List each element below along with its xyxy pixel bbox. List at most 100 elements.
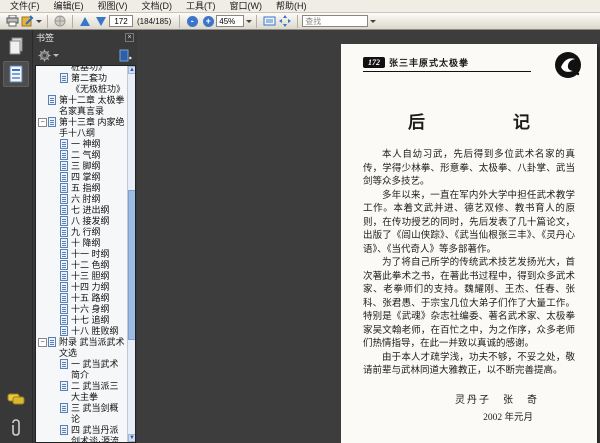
bookmark-item[interactable]: − 附录 武当派武术文选	[38, 337, 127, 359]
tab-attachments[interactable]	[3, 415, 29, 441]
signature: 灵丹子 张 奇	[455, 394, 539, 406]
previous-page-button[interactable]	[77, 14, 93, 29]
menu-item[interactable]: 文件(F)	[4, 0, 46, 12]
export-button[interactable]	[20, 14, 43, 29]
find-dropdown-caret[interactable]	[370, 19, 377, 23]
bookmark-label[interactable]: 附录 武当派武术文选	[59, 337, 127, 359]
bookmark-item[interactable]: 四 武当丹派剑术谈·源流	[38, 425, 127, 442]
bookmark-item[interactable]: 十一 时纲	[38, 249, 127, 260]
bookmark-item[interactable]: 第二套功 《无极桩功》	[38, 73, 127, 95]
bookmark-label[interactable]: 五 指纲	[71, 183, 127, 194]
bookmark-item[interactable]: 七 进出纲	[38, 205, 127, 216]
bookmark-item[interactable]: 八 接发纲	[38, 216, 127, 227]
document-area[interactable]: 172 张三丰原式太极拳 后 记 本人自幼习武，先后得到多位武术名家的真传，学得…	[137, 30, 600, 443]
bookmark-label[interactable]: 十三 胆纲	[71, 271, 127, 282]
bookmark-page-icon	[60, 282, 68, 292]
bookmark-item[interactable]: 十 降纲	[38, 238, 127, 249]
tab-pages[interactable]	[3, 33, 29, 59]
bookmark-item[interactable]: 二 气纲	[38, 150, 127, 161]
bookmark-item[interactable]: 三 武当剑概论	[38, 403, 127, 425]
bookmark-label[interactable]: 三 脚纲	[71, 161, 127, 172]
bookmark-label[interactable]: 十一 时纲	[71, 249, 127, 260]
bookmark-label[interactable]: 第十三章 内家绝手十八纲	[59, 117, 127, 139]
bookmark-item[interactable]: 九 行纲	[38, 227, 127, 238]
fit-width-icon	[263, 16, 276, 25]
find-input[interactable]	[302, 15, 369, 27]
bookmark-page-icon	[60, 260, 68, 270]
menu-item[interactable]: 帮助(H)	[270, 0, 313, 12]
bookmark-label[interactable]: 八 接发纲	[71, 216, 127, 227]
bookmark-label[interactable]: 一 神纲	[71, 139, 127, 150]
bookmark-item[interactable]: 十七 追纲	[38, 315, 127, 326]
bookmark-item[interactable]: 十五 路纲	[38, 293, 127, 304]
collapse-expander-icon[interactable]: −	[38, 338, 47, 347]
bookmark-options-button[interactable]	[37, 48, 60, 63]
bookmark-item[interactable]: 十二 色纲	[38, 260, 127, 271]
menu-item[interactable]: 视图(V)	[92, 0, 134, 12]
bookmark-page-icon	[60, 227, 68, 237]
tab-comments[interactable]	[3, 387, 29, 413]
bookmark-item[interactable]: 第十二章 太极拳名家真言录	[38, 95, 127, 117]
bookmark-label[interactable]: 四 掌纲	[71, 172, 127, 183]
bookmark-item[interactable]: 四 掌纲	[38, 172, 127, 183]
scroll-down-button[interactable]: ▼	[128, 434, 135, 442]
bookmark-label[interactable]: 六 肘纲	[71, 194, 127, 205]
menu-item[interactable]: 编辑(E)	[48, 0, 90, 12]
bookmark-label[interactable]: 十四 力纲	[71, 282, 127, 293]
bookmark-label[interactable]: 十七 追纲	[71, 315, 127, 326]
bookmark-label[interactable]: 一 武当武术简介	[71, 359, 127, 381]
zoom-level-input[interactable]	[216, 15, 245, 27]
bookmark-item[interactable]: 二 武当派三大主拳	[38, 381, 127, 403]
next-page-button[interactable]	[93, 14, 109, 29]
bookmark-label[interactable]: 十五 路纲	[71, 293, 127, 304]
bookmark-item[interactable]: 十八 胜败纲	[38, 326, 127, 337]
fit-width-button[interactable]	[261, 14, 277, 29]
bookmark-label[interactable]: 第二套功 《无极桩功》	[71, 73, 127, 95]
collaborate-button-disabled	[52, 14, 68, 29]
tab-bookmarks[interactable]	[3, 61, 29, 87]
bookmark-label[interactable]: 七 进出纲	[71, 205, 127, 216]
bookmark-item[interactable]: 桩基功》	[38, 66, 127, 73]
bookmark-item[interactable]: 十四 力纲	[38, 282, 127, 293]
bookmark-label[interactable]: 十八 胜败纲	[71, 326, 127, 337]
bookmark-item[interactable]: 十三 胆纲	[38, 271, 127, 282]
menu-item[interactable]: 工具(T)	[180, 0, 222, 12]
zoom-dropdown-caret[interactable]	[246, 19, 253, 23]
bookmark-label[interactable]: 十 降纲	[71, 238, 127, 249]
zoom-in-button[interactable]: +	[200, 14, 216, 29]
menu-item[interactable]: 窗口(W)	[224, 0, 269, 12]
bookmark-item[interactable]: 三 脚纲	[38, 161, 127, 172]
bookmark-label[interactable]: 三 武当剑概论	[71, 403, 127, 425]
bookmark-item[interactable]: 一 武当武术简介	[38, 359, 127, 381]
menu-item[interactable]: 文档(D)	[136, 0, 179, 12]
zoom-out-button[interactable]: -	[184, 14, 200, 29]
print-button[interactable]	[4, 14, 20, 29]
bookmark-label[interactable]: 九 行纲	[71, 227, 127, 238]
bookmark-label[interactable]: 十六 身纲	[71, 304, 127, 315]
bookmark-page-icon	[60, 304, 68, 314]
bookmark-item[interactable]: 十六 身纲	[38, 304, 127, 315]
export-dropdown-caret[interactable]	[36, 19, 42, 23]
bookmark-label[interactable]: 桩基功》	[71, 66, 127, 73]
printer-icon	[6, 15, 18, 27]
panel-close-button[interactable]: ×	[125, 33, 134, 42]
scroll-up-button[interactable]: ▲	[128, 66, 135, 74]
bookmark-label[interactable]: 二 气纲	[71, 150, 127, 161]
bookmark-label[interactable]: 二 武当派三大主拳	[71, 381, 127, 403]
fit-page-button[interactable]	[277, 14, 293, 29]
options-dropdown-caret[interactable]	[53, 53, 59, 57]
bookmark-label[interactable]: 十二 色纲	[71, 260, 127, 271]
bookmark-item[interactable]: 一 神纲	[38, 139, 127, 150]
bookmark-item[interactable]: 五 指纲	[38, 183, 127, 194]
bookmark-item[interactable]: 六 肘纲	[38, 194, 127, 205]
collapse-expander-icon[interactable]: −	[38, 118, 47, 127]
scrollbar-thumb[interactable]	[128, 190, 135, 341]
bookmark-label[interactable]: 第十二章 太极拳名家真言录	[59, 95, 127, 117]
panel-scrollbar[interactable]: ▲ ▼	[127, 66, 135, 442]
bookmark-label[interactable]: 四 武当丹派剑术谈·源流	[71, 425, 127, 442]
page-number-input[interactable]	[109, 15, 133, 27]
bookmark-item[interactable]: − 第十三章 内家绝手十八纲	[38, 117, 127, 139]
expand-current-bookmark-button[interactable]	[117, 48, 133, 63]
bookmark-page-icon	[60, 326, 68, 336]
